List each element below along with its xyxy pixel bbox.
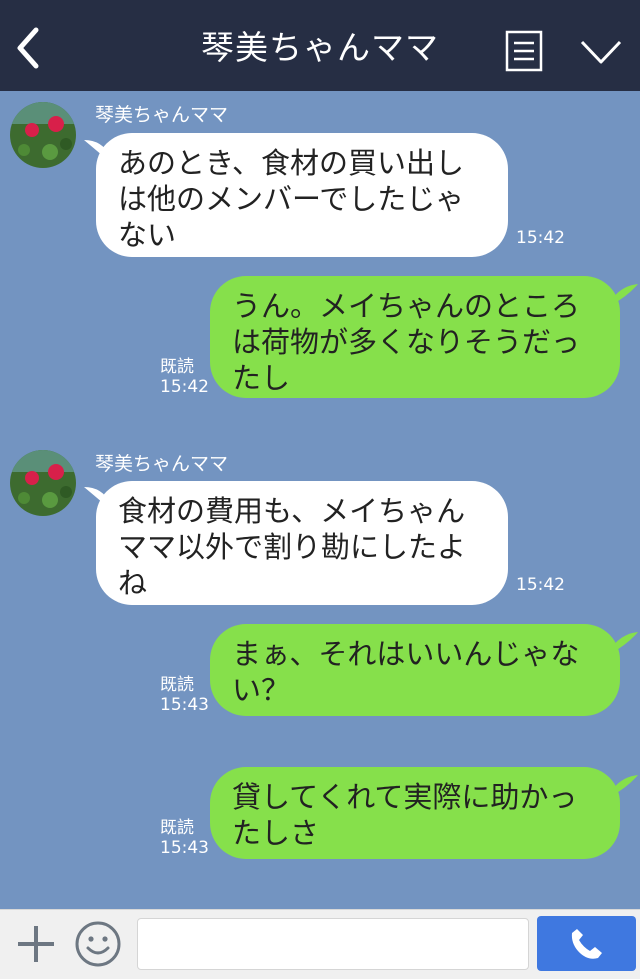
list-menu-icon (505, 30, 543, 72)
message-bubble-outgoing[interactable]: まぁ、それはいいんじゃな い？ (210, 624, 620, 716)
read-receipt: 既読 15:43 (160, 675, 209, 715)
message-line: 貸してくれて実際に助かっ (232, 780, 578, 814)
message-line: たし (232, 361, 291, 395)
avatar[interactable] (10, 102, 76, 168)
collapse-button[interactable] (578, 30, 624, 70)
message-bubble-incoming[interactable]: 食材の費用も、メイちゃん ママ以外で割り勘にしたよ ね (96, 481, 508, 605)
chat-title: 琴美ちゃんママ (201, 28, 439, 67)
message-bubble-incoming[interactable]: あのとき、食材の買い出し は他のメンバーでしたじゃ ない (96, 133, 508, 257)
message-time: 15:42 (516, 228, 565, 248)
read-label: 既読 (160, 675, 194, 695)
input-bar (0, 909, 640, 979)
message-line: ない (118, 218, 177, 252)
bubble-tail (610, 775, 638, 797)
read-receipt: 既読 15:42 (160, 357, 209, 397)
call-button[interactable] (537, 916, 636, 971)
bubble-tail (610, 284, 638, 306)
read-label: 既読 (160, 357, 194, 377)
message-line: 食材の費用も、メイちゃん (118, 494, 466, 528)
phone-icon (571, 929, 602, 959)
menu-button[interactable] (505, 30, 543, 72)
add-attachment-button[interactable] (14, 922, 58, 966)
message-line: い？ (232, 673, 291, 707)
message-time: 15:42 (516, 575, 565, 595)
message-line: ママ以外で割り勘にしたよ (118, 530, 467, 564)
message-line: たしさ (232, 816, 320, 850)
avatar-flower-photo-icon (10, 450, 76, 516)
avatar-flower-photo-icon (10, 102, 76, 168)
message-line: うん。メイちゃんのところ (232, 289, 581, 323)
chevron-down-icon (580, 40, 622, 64)
sender-name: 琴美ちゃんママ (95, 453, 229, 475)
message-line: あのとき、食材の買い出し (118, 146, 464, 180)
message-line: ね (118, 566, 148, 600)
sender-name: 琴美ちゃんママ (95, 104, 229, 126)
message-bubble-outgoing[interactable]: 貸してくれて実際に助かっ たしさ (210, 767, 620, 859)
smiley-icon (75, 921, 121, 967)
message-line: まぁ、それはいいんじゃな (232, 637, 580, 671)
emoji-button[interactable] (74, 920, 122, 968)
message-time: 15:43 (160, 695, 209, 715)
message-line: は荷物が多くなりそうだっ (232, 325, 581, 359)
avatar[interactable] (10, 450, 76, 516)
bubble-tail (610, 632, 638, 654)
message-line: は他のメンバーでしたじゃ (118, 182, 465, 216)
chat-header: 琴美ちゃんママ (0, 0, 640, 91)
message-time: 15:43 (160, 838, 209, 858)
message-bubble-outgoing[interactable]: うん。メイちゃんのところ は荷物が多くなりそうだっ たし (210, 276, 620, 398)
message-time: 15:42 (160, 377, 209, 397)
plus-icon (18, 926, 54, 962)
read-label: 既読 (160, 818, 194, 838)
chat-area[interactable]: 琴美ちゃんママ あのとき、食材の買い出し は他のメンバーでしたじゃ ない 15:… (0, 91, 640, 909)
message-input[interactable] (137, 918, 529, 970)
read-receipt: 既読 15:43 (160, 818, 209, 858)
